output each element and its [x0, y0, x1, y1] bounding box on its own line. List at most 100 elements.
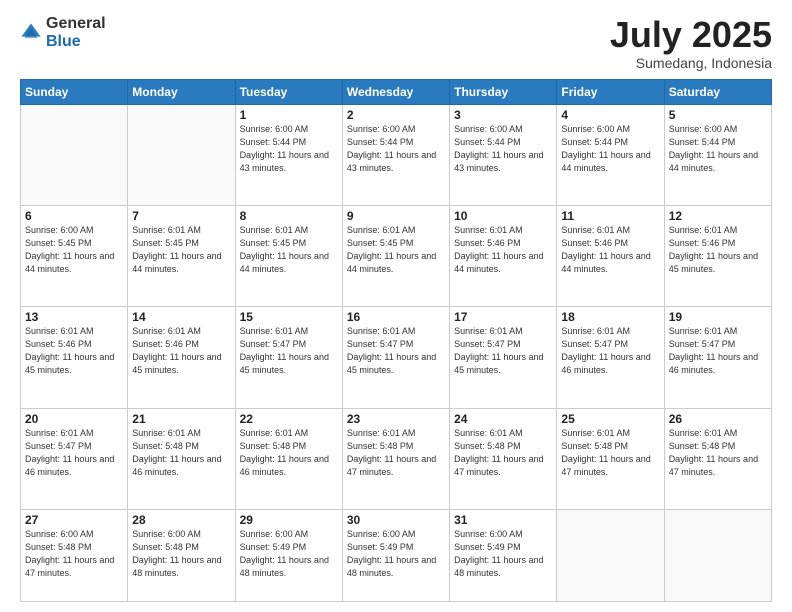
day-number: 18	[561, 310, 659, 324]
calendar-cell: 20Sunrise: 6:01 AM Sunset: 5:47 PM Dayli…	[21, 408, 128, 509]
calendar-cell: 3Sunrise: 6:00 AM Sunset: 5:44 PM Daylig…	[450, 104, 557, 205]
day-info: Sunrise: 6:01 AM Sunset: 5:46 PM Dayligh…	[454, 224, 552, 276]
weekday-header-saturday: Saturday	[664, 79, 771, 104]
day-info: Sunrise: 6:01 AM Sunset: 5:47 PM Dayligh…	[347, 325, 445, 377]
day-number: 7	[132, 209, 230, 223]
day-info: Sunrise: 6:01 AM Sunset: 5:45 PM Dayligh…	[347, 224, 445, 276]
day-number: 31	[454, 513, 552, 527]
day-info: Sunrise: 6:00 AM Sunset: 5:45 PM Dayligh…	[25, 224, 123, 276]
calendar-cell: 12Sunrise: 6:01 AM Sunset: 5:46 PM Dayli…	[664, 205, 771, 306]
calendar-cell: 16Sunrise: 6:01 AM Sunset: 5:47 PM Dayli…	[342, 307, 449, 408]
day-number: 11	[561, 209, 659, 223]
week-row-1: 6Sunrise: 6:00 AM Sunset: 5:45 PM Daylig…	[21, 205, 772, 306]
logo: General Blue	[20, 15, 106, 51]
weekday-header-row: SundayMondayTuesdayWednesdayThursdayFrid…	[21, 79, 772, 104]
calendar-cell: 17Sunrise: 6:01 AM Sunset: 5:47 PM Dayli…	[450, 307, 557, 408]
weekday-header-friday: Friday	[557, 79, 664, 104]
day-info: Sunrise: 6:01 AM Sunset: 5:47 PM Dayligh…	[669, 325, 767, 377]
weekday-header-monday: Monday	[128, 79, 235, 104]
calendar-cell: 7Sunrise: 6:01 AM Sunset: 5:45 PM Daylig…	[128, 205, 235, 306]
week-row-2: 13Sunrise: 6:01 AM Sunset: 5:46 PM Dayli…	[21, 307, 772, 408]
subtitle: Sumedang, Indonesia	[610, 55, 772, 71]
day-number: 20	[25, 412, 123, 426]
day-number: 23	[347, 412, 445, 426]
page: General Blue July 2025 Sumedang, Indones…	[0, 0, 792, 612]
calendar-cell: 18Sunrise: 6:01 AM Sunset: 5:47 PM Dayli…	[557, 307, 664, 408]
day-info: Sunrise: 6:01 AM Sunset: 5:46 PM Dayligh…	[669, 224, 767, 276]
day-info: Sunrise: 6:01 AM Sunset: 5:47 PM Dayligh…	[25, 427, 123, 479]
day-info: Sunrise: 6:00 AM Sunset: 5:49 PM Dayligh…	[454, 528, 552, 580]
day-number: 26	[669, 412, 767, 426]
day-number: 3	[454, 108, 552, 122]
calendar-cell: 26Sunrise: 6:01 AM Sunset: 5:48 PM Dayli…	[664, 408, 771, 509]
day-info: Sunrise: 6:01 AM Sunset: 5:48 PM Dayligh…	[132, 427, 230, 479]
day-info: Sunrise: 6:00 AM Sunset: 5:44 PM Dayligh…	[240, 123, 338, 175]
weekday-header-tuesday: Tuesday	[235, 79, 342, 104]
logo-text: General Blue	[46, 15, 106, 51]
day-number: 17	[454, 310, 552, 324]
calendar-cell: 11Sunrise: 6:01 AM Sunset: 5:46 PM Dayli…	[557, 205, 664, 306]
day-number: 19	[669, 310, 767, 324]
day-info: Sunrise: 6:01 AM Sunset: 5:48 PM Dayligh…	[561, 427, 659, 479]
calendar-cell: 8Sunrise: 6:01 AM Sunset: 5:45 PM Daylig…	[235, 205, 342, 306]
calendar-cell: 31Sunrise: 6:00 AM Sunset: 5:49 PM Dayli…	[450, 509, 557, 601]
calendar-cell: 27Sunrise: 6:00 AM Sunset: 5:48 PM Dayli…	[21, 509, 128, 601]
day-info: Sunrise: 6:01 AM Sunset: 5:48 PM Dayligh…	[240, 427, 338, 479]
calendar-cell: 5Sunrise: 6:00 AM Sunset: 5:44 PM Daylig…	[664, 104, 771, 205]
day-number: 2	[347, 108, 445, 122]
calendar-cell: 21Sunrise: 6:01 AM Sunset: 5:48 PM Dayli…	[128, 408, 235, 509]
calendar-cell	[128, 104, 235, 205]
day-info: Sunrise: 6:01 AM Sunset: 5:47 PM Dayligh…	[561, 325, 659, 377]
week-row-4: 27Sunrise: 6:00 AM Sunset: 5:48 PM Dayli…	[21, 509, 772, 601]
calendar-table: SundayMondayTuesdayWednesdayThursdayFrid…	[20, 79, 772, 602]
calendar-cell: 13Sunrise: 6:01 AM Sunset: 5:46 PM Dayli…	[21, 307, 128, 408]
calendar-cell: 9Sunrise: 6:01 AM Sunset: 5:45 PM Daylig…	[342, 205, 449, 306]
calendar-cell: 23Sunrise: 6:01 AM Sunset: 5:48 PM Dayli…	[342, 408, 449, 509]
day-info: Sunrise: 6:00 AM Sunset: 5:49 PM Dayligh…	[240, 528, 338, 580]
day-number: 30	[347, 513, 445, 527]
day-info: Sunrise: 6:01 AM Sunset: 5:46 PM Dayligh…	[561, 224, 659, 276]
calendar-cell: 29Sunrise: 6:00 AM Sunset: 5:49 PM Dayli…	[235, 509, 342, 601]
calendar-cell: 24Sunrise: 6:01 AM Sunset: 5:48 PM Dayli…	[450, 408, 557, 509]
calendar-cell: 4Sunrise: 6:00 AM Sunset: 5:44 PM Daylig…	[557, 104, 664, 205]
title-block: July 2025 Sumedang, Indonesia	[610, 15, 772, 71]
day-number: 12	[669, 209, 767, 223]
day-number: 14	[132, 310, 230, 324]
day-number: 5	[669, 108, 767, 122]
calendar-cell: 6Sunrise: 6:00 AM Sunset: 5:45 PM Daylig…	[21, 205, 128, 306]
day-info: Sunrise: 6:01 AM Sunset: 5:47 PM Dayligh…	[454, 325, 552, 377]
day-number: 29	[240, 513, 338, 527]
day-number: 6	[25, 209, 123, 223]
day-number: 15	[240, 310, 338, 324]
day-info: Sunrise: 6:01 AM Sunset: 5:46 PM Dayligh…	[25, 325, 123, 377]
day-number: 27	[25, 513, 123, 527]
calendar-cell: 19Sunrise: 6:01 AM Sunset: 5:47 PM Dayli…	[664, 307, 771, 408]
day-info: Sunrise: 6:01 AM Sunset: 5:48 PM Dayligh…	[669, 427, 767, 479]
day-info: Sunrise: 6:01 AM Sunset: 5:45 PM Dayligh…	[132, 224, 230, 276]
day-number: 8	[240, 209, 338, 223]
day-number: 13	[25, 310, 123, 324]
calendar-cell: 15Sunrise: 6:01 AM Sunset: 5:47 PM Dayli…	[235, 307, 342, 408]
calendar-cell: 25Sunrise: 6:01 AM Sunset: 5:48 PM Dayli…	[557, 408, 664, 509]
calendar-cell: 22Sunrise: 6:01 AM Sunset: 5:48 PM Dayli…	[235, 408, 342, 509]
calendar-cell: 28Sunrise: 6:00 AM Sunset: 5:48 PM Dayli…	[128, 509, 235, 601]
day-info: Sunrise: 6:01 AM Sunset: 5:47 PM Dayligh…	[240, 325, 338, 377]
day-info: Sunrise: 6:01 AM Sunset: 5:45 PM Dayligh…	[240, 224, 338, 276]
weekday-header-thursday: Thursday	[450, 79, 557, 104]
header: General Blue July 2025 Sumedang, Indones…	[20, 15, 772, 71]
logo-general: General	[46, 15, 106, 32]
calendar-cell	[21, 104, 128, 205]
day-info: Sunrise: 6:00 AM Sunset: 5:44 PM Dayligh…	[347, 123, 445, 175]
calendar-cell: 30Sunrise: 6:00 AM Sunset: 5:49 PM Dayli…	[342, 509, 449, 601]
day-info: Sunrise: 6:00 AM Sunset: 5:49 PM Dayligh…	[347, 528, 445, 580]
month-title: July 2025	[610, 15, 772, 55]
calendar-cell: 10Sunrise: 6:01 AM Sunset: 5:46 PM Dayli…	[450, 205, 557, 306]
day-number: 21	[132, 412, 230, 426]
day-info: Sunrise: 6:00 AM Sunset: 5:44 PM Dayligh…	[669, 123, 767, 175]
day-info: Sunrise: 6:00 AM Sunset: 5:44 PM Dayligh…	[454, 123, 552, 175]
calendar-cell: 1Sunrise: 6:00 AM Sunset: 5:44 PM Daylig…	[235, 104, 342, 205]
logo-blue: Blue	[46, 33, 81, 50]
day-number: 1	[240, 108, 338, 122]
weekday-header-wednesday: Wednesday	[342, 79, 449, 104]
day-info: Sunrise: 6:01 AM Sunset: 5:48 PM Dayligh…	[347, 427, 445, 479]
